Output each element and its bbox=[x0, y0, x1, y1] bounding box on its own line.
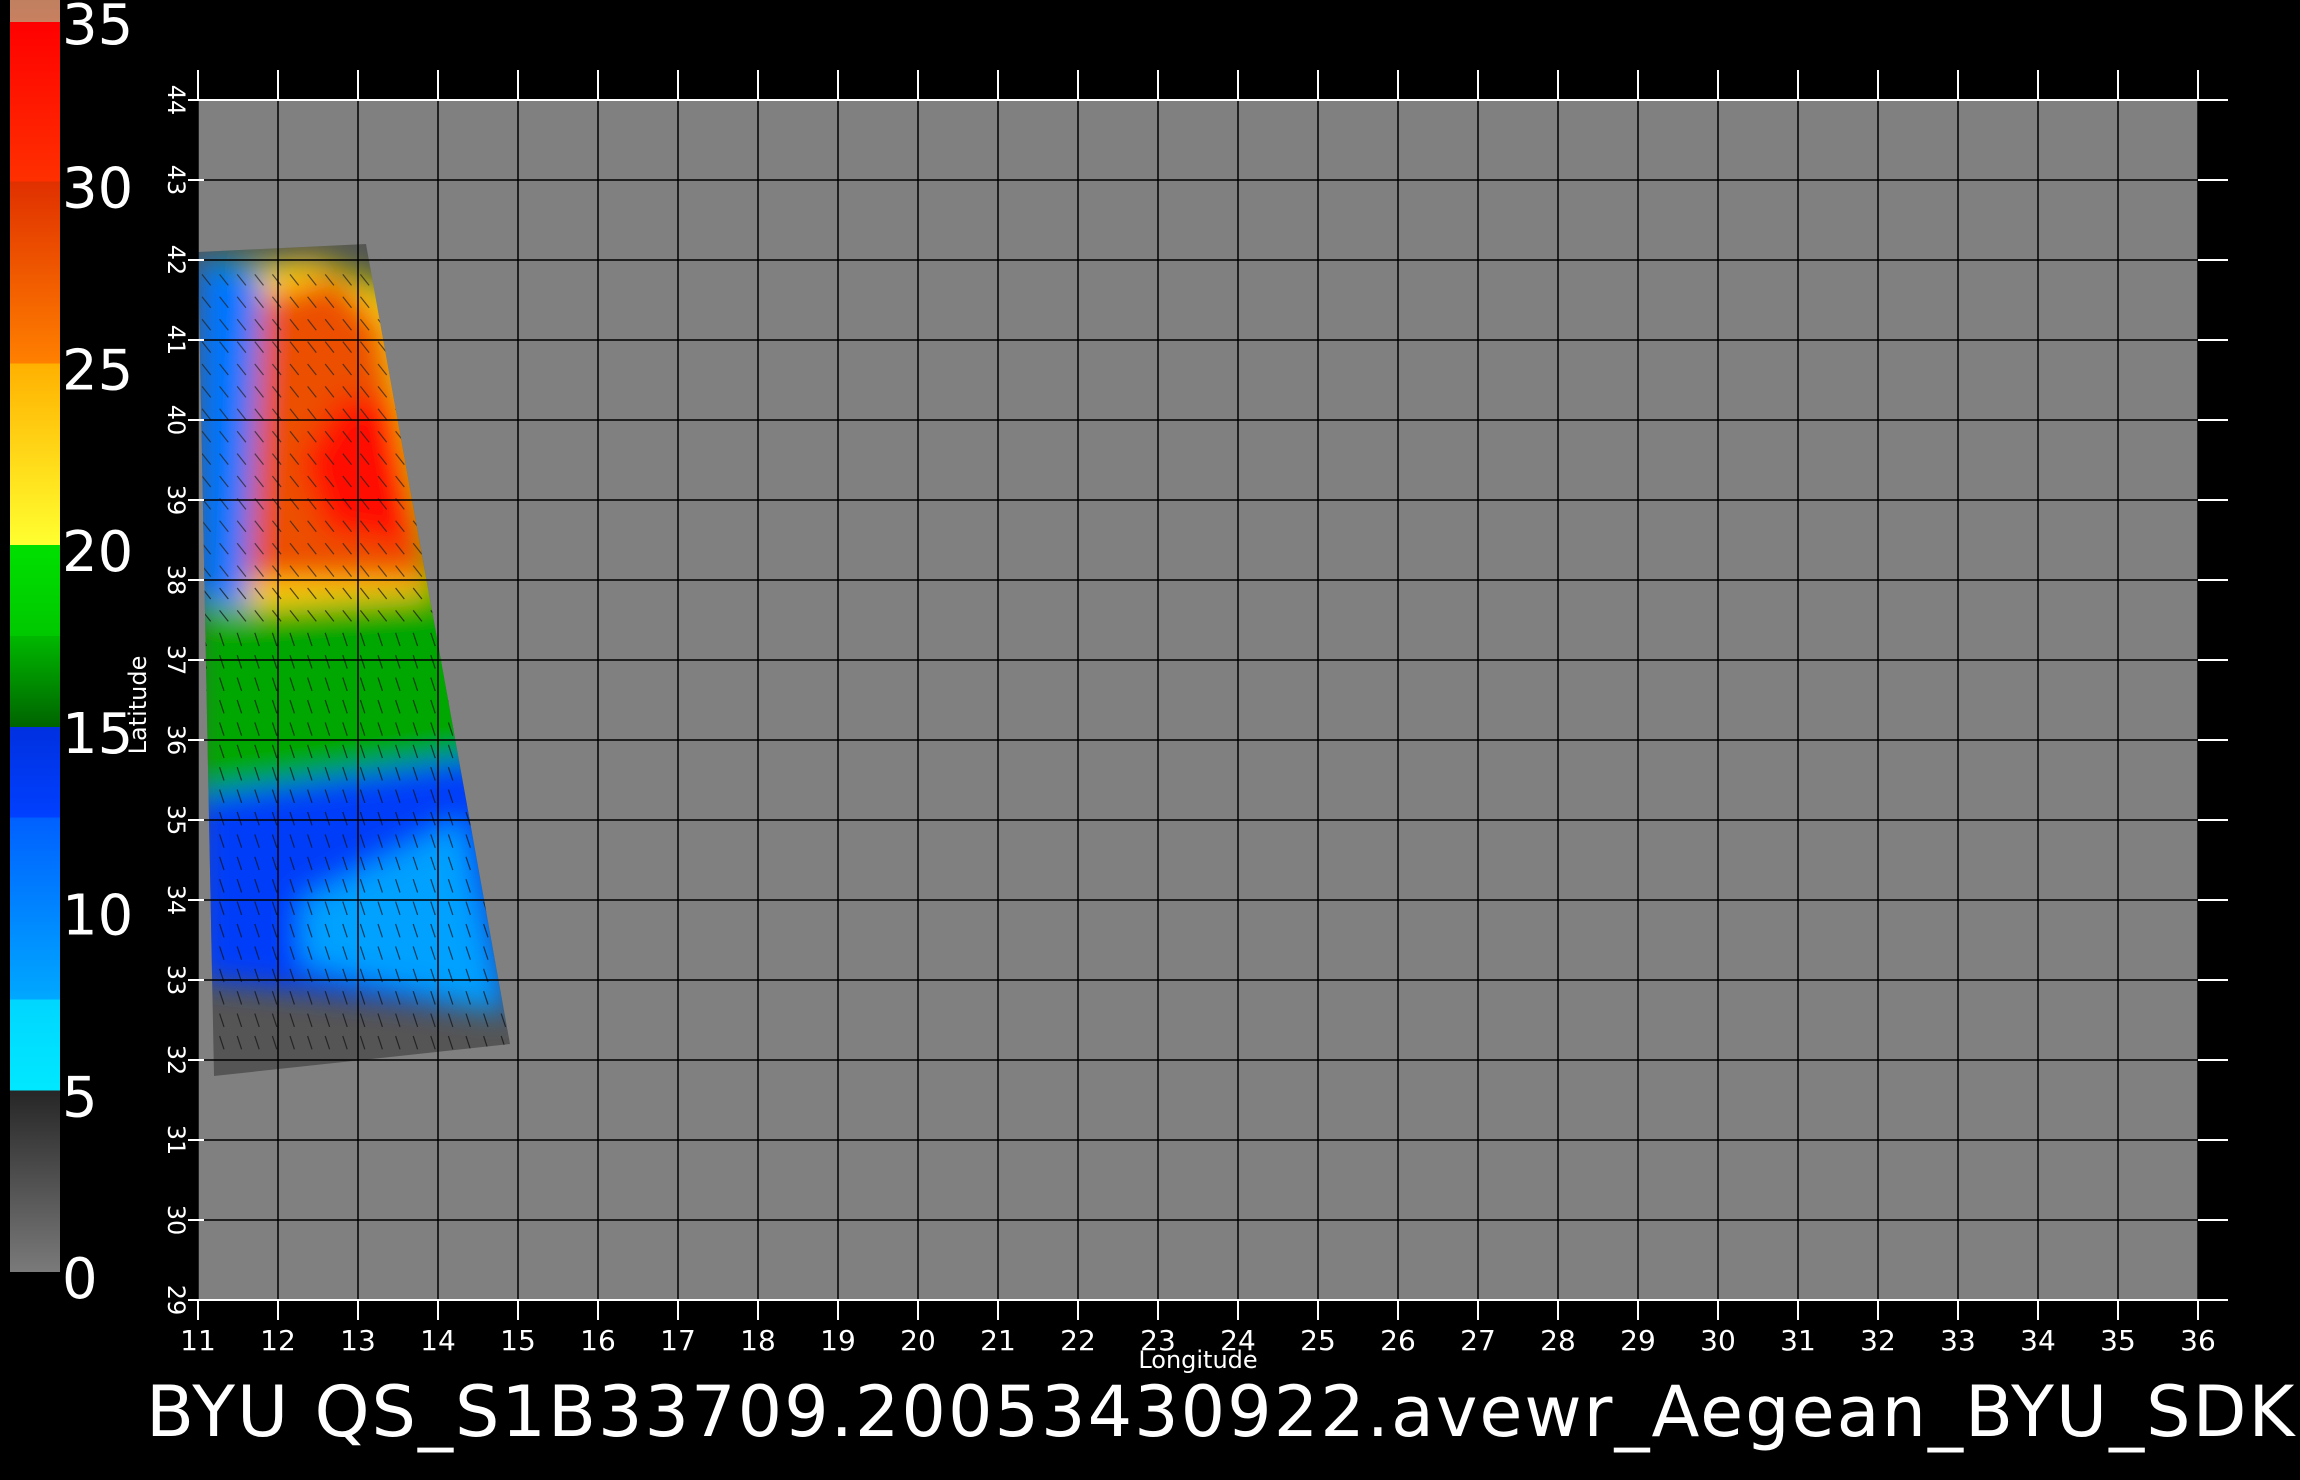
colorbar-tick-label: 20 bbox=[62, 520, 133, 585]
longitude-tick-label: 19 bbox=[820, 1324, 856, 1357]
longitude-tick-label: 12 bbox=[260, 1324, 296, 1357]
latitude-tick-label: 31 bbox=[162, 1125, 190, 1156]
latitude-tick-label: 44 bbox=[162, 85, 190, 116]
latitude-tick-label: 36 bbox=[162, 725, 190, 756]
latitude-tick-label: 37 bbox=[162, 645, 190, 676]
longitude-tick-label: 28 bbox=[1540, 1324, 1576, 1357]
longitude-tick-label: 26 bbox=[1380, 1324, 1416, 1357]
longitude-tick-label: 35 bbox=[2100, 1324, 2136, 1357]
colorbar-tick-label: 25 bbox=[62, 338, 133, 403]
longitude-tick-label: 22 bbox=[1060, 1324, 1096, 1357]
map-panel: 11 12 13 14 15 16 17 18 19 20 21 22 23 24 25 26 27 28 29 30… bbox=[124, 70, 2228, 1374]
longitude-tick-label: 29 bbox=[1620, 1324, 1656, 1357]
figure-title: BYU QS_S1B33709.20053430922.avewr_Aegean… bbox=[146, 1371, 2297, 1453]
latitude-tick-label: 38 bbox=[162, 565, 190, 596]
latitude-tick-label: 35 bbox=[162, 805, 190, 836]
latitude-tick-label: 33 bbox=[162, 965, 190, 996]
y-axis-label: Latitude bbox=[124, 656, 152, 755]
longitude-tick-label: 11 bbox=[180, 1324, 216, 1357]
longitude-tick-label: 31 bbox=[1780, 1324, 1816, 1357]
longitude-tick-label: 15 bbox=[500, 1324, 536, 1357]
longitude-tick-label: 27 bbox=[1460, 1324, 1496, 1357]
latitude-tick-label: 30 bbox=[162, 1205, 190, 1236]
colorbar-tick-label: 5 bbox=[62, 1065, 98, 1130]
latitude-tick-label: 39 bbox=[162, 485, 190, 516]
colorbar-tick-label: 0 bbox=[62, 1247, 98, 1312]
latitude-tick-label: 43 bbox=[162, 165, 190, 196]
colorbar-strip bbox=[10, 0, 60, 1272]
latitude-tick-label: 42 bbox=[162, 245, 190, 276]
colorbar-tick-label: 30 bbox=[62, 157, 133, 222]
map-background bbox=[198, 100, 2198, 1300]
latitude-tick-label: 32 bbox=[162, 1045, 190, 1076]
latitude-tick-label: 29 bbox=[162, 1285, 190, 1316]
latitude-tick-label: 34 bbox=[162, 885, 190, 916]
latitude-tick-labels: 29 30 31 32 33 34 35 36 37 38 39 40 41 42 43 44 bbox=[162, 85, 190, 1316]
longitude-tick-label: 33 bbox=[1940, 1324, 1976, 1357]
colorbar-tick-label: 15 bbox=[62, 702, 133, 767]
longitude-tick-label: 32 bbox=[1860, 1324, 1896, 1357]
wind-map-figure: 0 5 10 15 20 25 30 35 11 12 13 14 15 16 17 18 19 20 21 22 2… bbox=[10, 0, 2228, 1374]
longitude-tick-label: 20 bbox=[900, 1324, 936, 1357]
longitude-tick-label: 14 bbox=[420, 1324, 456, 1357]
colorbar: 0 5 10 15 20 25 30 35 bbox=[10, 0, 133, 1312]
longitude-tick-label: 13 bbox=[340, 1324, 376, 1357]
longitude-tick-label: 16 bbox=[580, 1324, 616, 1357]
longitude-tick-label: 18 bbox=[740, 1324, 776, 1357]
longitude-tick-label: 17 bbox=[660, 1324, 696, 1357]
latitude-tick-label: 40 bbox=[162, 405, 190, 436]
colorbar-labels: 0 5 10 15 20 25 30 35 bbox=[62, 0, 133, 1312]
longitude-tick-label: 21 bbox=[980, 1324, 1016, 1357]
longitude-tick-label: 36 bbox=[2180, 1324, 2216, 1357]
longitude-tick-label: 30 bbox=[1700, 1324, 1736, 1357]
colorbar-tick-label: 10 bbox=[62, 884, 133, 949]
latitude-tick-label: 41 bbox=[162, 325, 190, 356]
colorbar-tick-label: 35 bbox=[62, 0, 133, 58]
longitude-tick-label: 25 bbox=[1300, 1324, 1336, 1357]
longitude-tick-label: 34 bbox=[2020, 1324, 2056, 1357]
